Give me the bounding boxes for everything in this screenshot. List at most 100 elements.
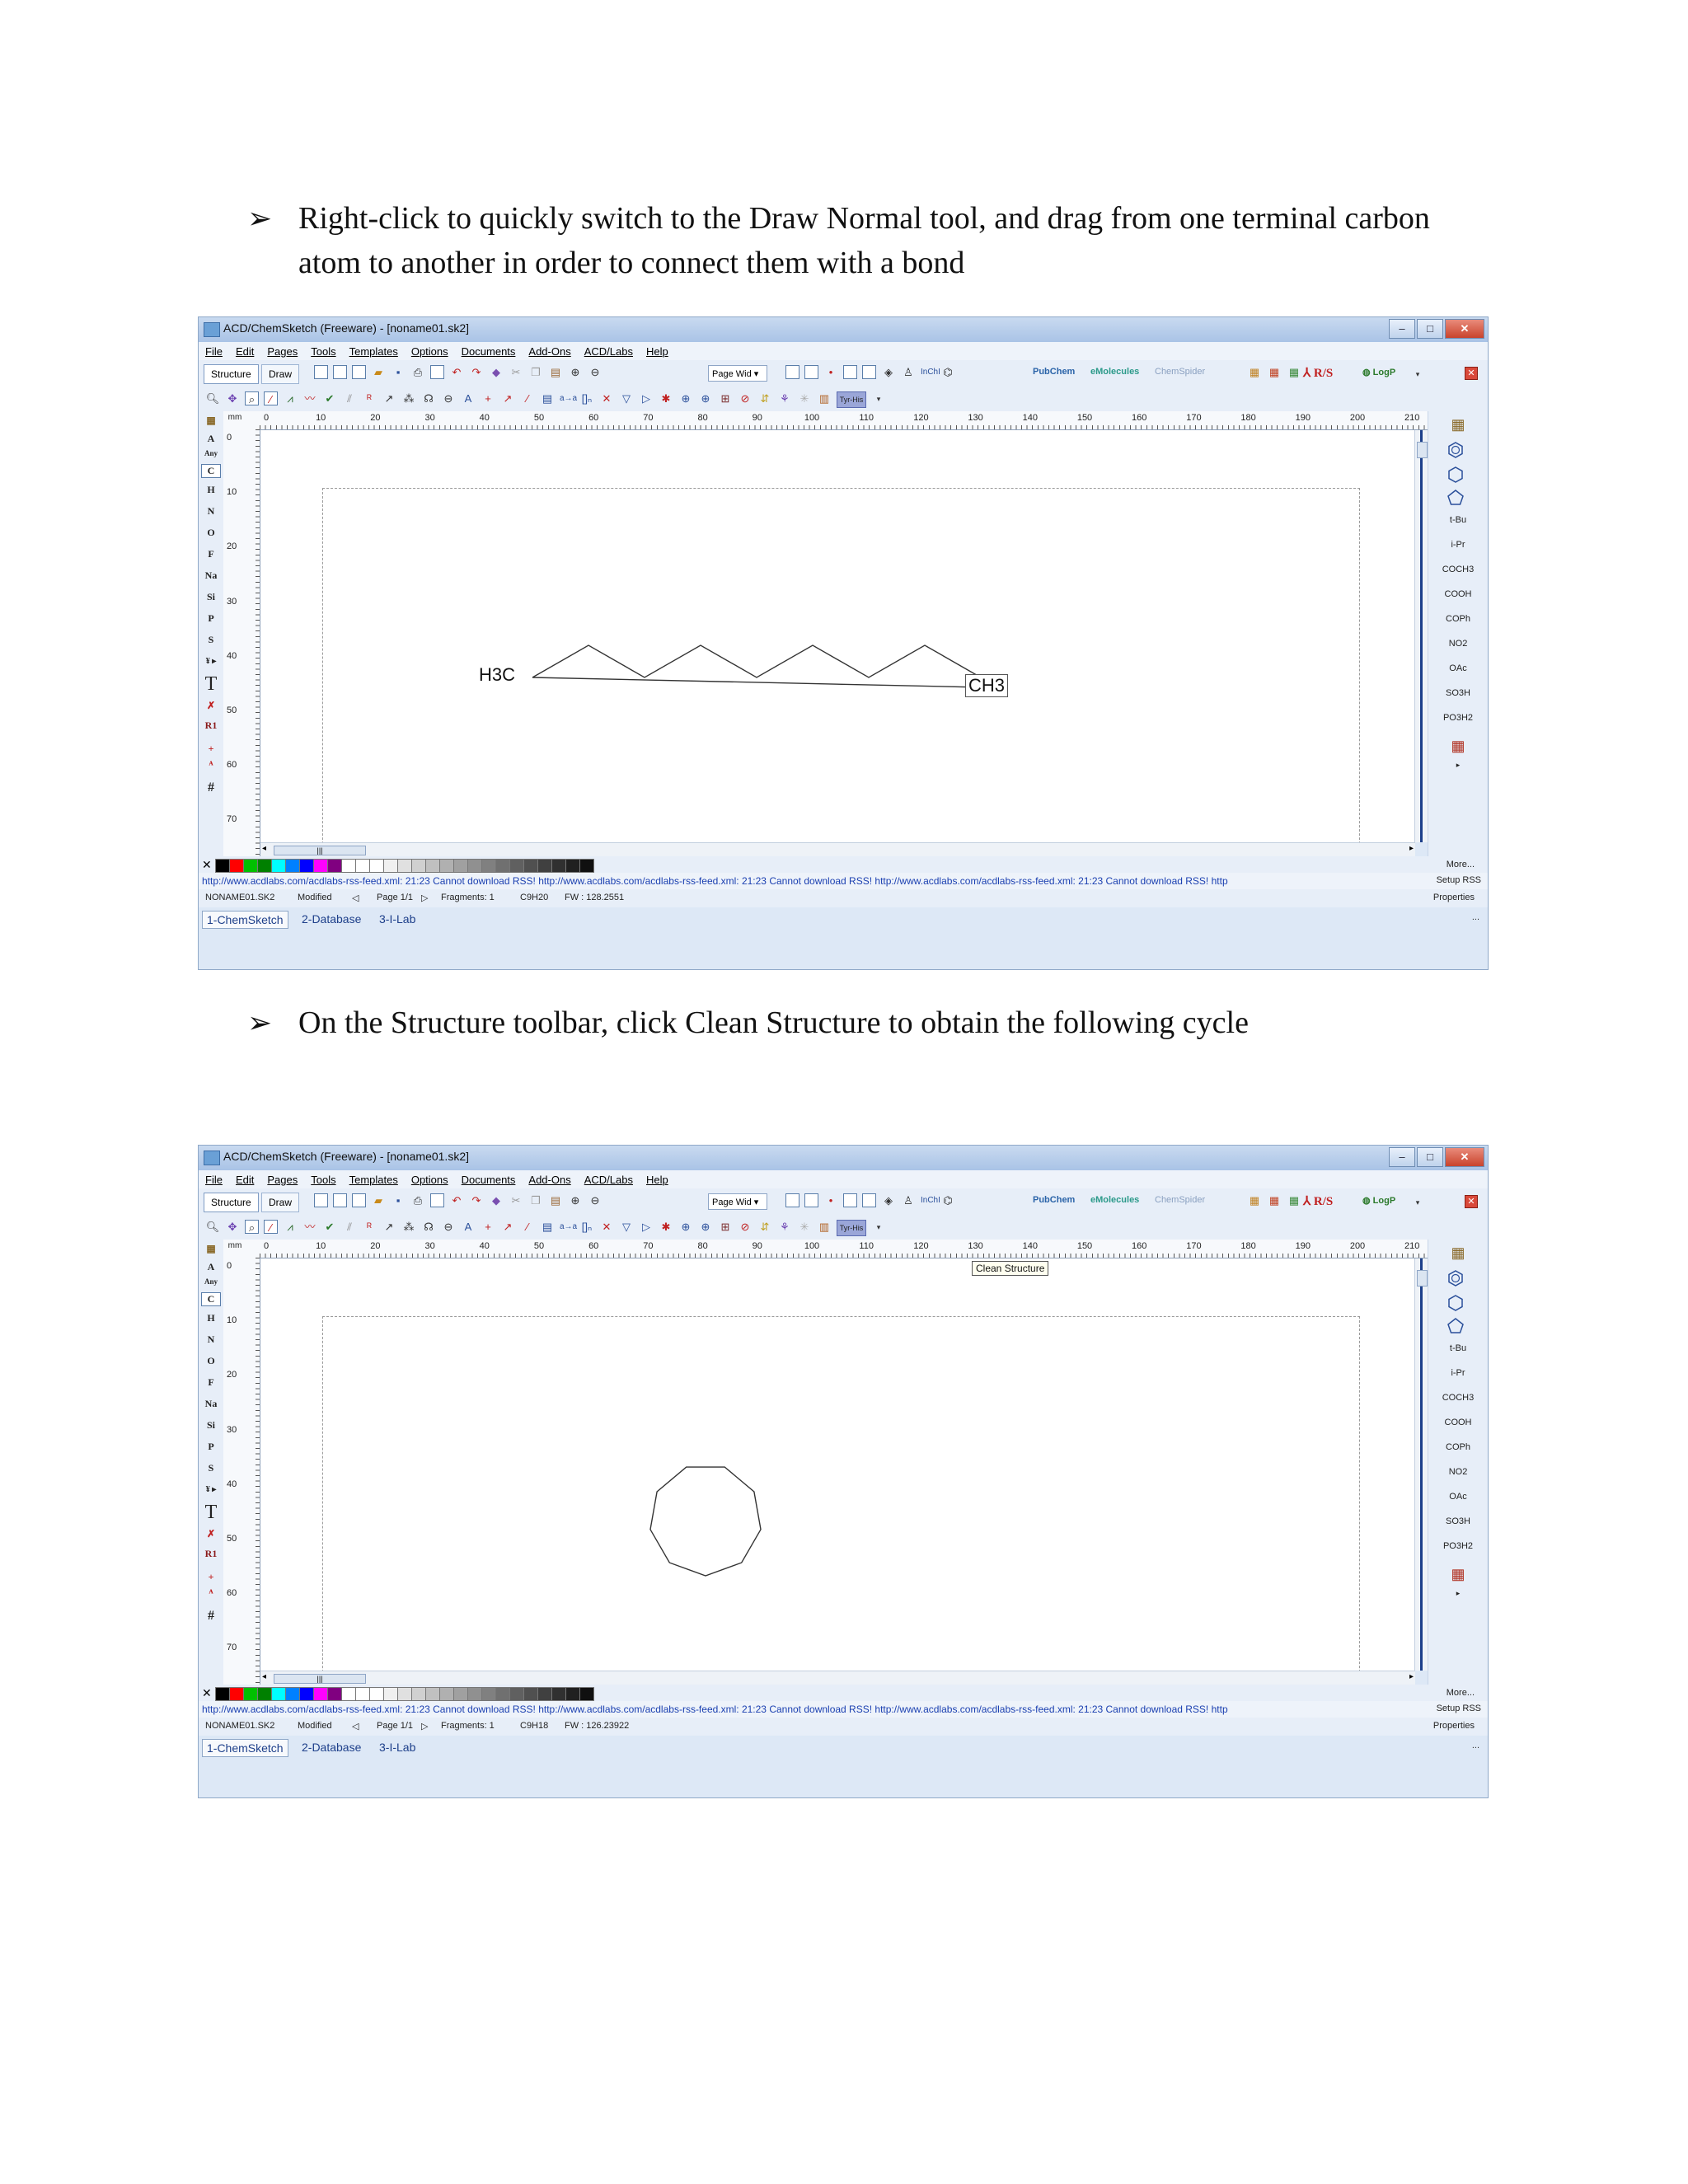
toolbar-overflow-icon[interactable]: ▾	[1410, 1195, 1425, 1210]
group-coph[interactable]: COPh	[1428, 614, 1488, 624]
color-swatch[interactable]	[523, 859, 538, 873]
pubchem-link[interactable]: PubChem	[1033, 367, 1075, 377]
undo-icon[interactable]: ↶	[449, 365, 464, 380]
color-swatch[interactable]	[453, 1687, 468, 1701]
open-folder-icon[interactable]: ▰	[371, 365, 386, 380]
close-document-icon[interactable]: ✕	[1465, 367, 1478, 380]
expand-templates-icon[interactable]: ▸	[1428, 761, 1488, 770]
maximize-button[interactable]: □	[1417, 1147, 1443, 1167]
color-swatch[interactable]	[523, 1687, 538, 1701]
text-tool[interactable]: T	[199, 673, 223, 696]
group-po3h2[interactable]: PO3H2	[1428, 713, 1488, 723]
cyclohexane-ring-icon[interactable]	[1447, 1294, 1465, 1312]
color-swatch[interactable]	[215, 859, 230, 873]
menu-templates[interactable]: Templates	[349, 345, 398, 358]
properties-button[interactable]: Properties	[1433, 893, 1475, 902]
brackets-icon[interactable]: []ₙ	[579, 1220, 594, 1235]
copy-page-icon[interactable]	[333, 1193, 347, 1207]
color-swatch[interactable]	[257, 859, 272, 873]
menu-acdlabs[interactable]: ACD/Labs	[584, 345, 633, 358]
element-any[interactable]: Any	[199, 449, 223, 457]
align-icon[interactable]: ⊞	[718, 1220, 733, 1235]
color-swatch[interactable]	[243, 859, 258, 873]
chemspider-link[interactable]: ChemSpider	[1155, 367, 1205, 377]
zoom-select[interactable]: Page Wid ▾	[708, 365, 767, 382]
open-folder-icon[interactable]: ▰	[371, 1193, 386, 1208]
group-oac[interactable]: OAc	[1428, 663, 1488, 673]
color-swatch[interactable]	[481, 859, 496, 873]
color-swatch[interactable]	[481, 1687, 496, 1701]
remove-explicit-h-icon[interactable]: ✕	[599, 391, 614, 406]
numbering-tool[interactable]: #	[199, 780, 223, 795]
color-swatch[interactable]	[565, 859, 580, 873]
ring-tool-icon[interactable]: ⊖	[441, 1220, 456, 1235]
element-a[interactable]: A	[199, 433, 223, 445]
reaction-icon[interactable]: ▦	[1267, 365, 1282, 380]
color-swatch[interactable]	[313, 859, 328, 873]
menu-add-ons[interactable]: Add-Ons	[528, 345, 570, 358]
3d-optimize-icon[interactable]: ⚘	[777, 391, 792, 406]
rotate-icon[interactable]: ⊕	[698, 1220, 713, 1235]
table-icon[interactable]	[862, 365, 876, 379]
color-swatch[interactable]	[285, 1687, 300, 1701]
color-swatch[interactable]	[495, 1687, 510, 1701]
color-swatch[interactable]	[285, 859, 300, 873]
ring-tool-icon[interactable]: ⊖	[441, 391, 456, 406]
color-swatch[interactable]	[495, 859, 510, 873]
color-swatch[interactable]	[551, 859, 566, 873]
stereo-rs-button[interactable]: ⅄ R/S	[1303, 1193, 1333, 1209]
page-next-icon[interactable]: ▷	[421, 893, 428, 903]
element-h[interactable]: H	[199, 1312, 223, 1324]
export-pdf-icon[interactable]	[430, 1193, 444, 1207]
color-swatch[interactable]	[411, 1687, 426, 1701]
show-atoms-icon[interactable]: •	[823, 365, 838, 380]
template-icon[interactable]: ▥	[817, 391, 832, 406]
cut-icon[interactable]: ✂	[509, 1193, 523, 1208]
horizontal-scrollbar[interactable]: ◂ ||| ▸	[260, 842, 1415, 857]
element-h[interactable]: H	[199, 484, 223, 496]
molecule-search-icon[interactable]: ⌬	[940, 1193, 955, 1208]
copy-icon[interactable]: ❐	[528, 365, 543, 380]
text-tool[interactable]: T	[199, 1502, 223, 1524]
group-oac[interactable]: OAc	[1428, 1492, 1488, 1502]
element-p[interactable]: P	[199, 1441, 223, 1453]
tab-chemsketch[interactable]: 1-ChemSketch	[202, 1739, 288, 1757]
template-window-icon[interactable]: ▦	[1428, 416, 1488, 434]
color-swatch[interactable]	[229, 859, 244, 873]
logp-button[interactable]: ◍ LogP	[1362, 1195, 1395, 1206]
toolbar-overflow-icon[interactable]: ▾	[1410, 367, 1425, 382]
remove-explicit-h-icon[interactable]: ✕	[599, 1220, 614, 1235]
menu-acdlabs[interactable]: ACD/Labs	[584, 1174, 633, 1186]
rotate-3d-icon[interactable]: ⊕	[678, 1220, 693, 1235]
element-any[interactable]: Any	[199, 1277, 223, 1286]
toolbar2-overflow-icon[interactable]: ▾	[871, 391, 886, 406]
element-na[interactable]: Na	[199, 569, 223, 582]
stereo-icon[interactable]: ✱	[659, 391, 673, 406]
draw-continuous-icon[interactable]: 〰	[302, 1220, 317, 1235]
reaction-icon[interactable]: ▦	[1267, 1193, 1282, 1208]
group-coch3[interactable]: COCH3	[1428, 1393, 1488, 1403]
tyr-his-icon[interactable]: Tyr-His	[837, 1220, 866, 1236]
element-si[interactable]: Si	[199, 591, 223, 603]
table-icon[interactable]	[862, 1193, 876, 1207]
r-group-icon[interactable]: ᴿ	[362, 391, 377, 406]
color-swatch[interactable]	[215, 1687, 230, 1701]
color-swatch[interactable]	[537, 859, 552, 873]
emolecules-link[interactable]: eMolecules	[1090, 367, 1139, 377]
menu-documents[interactable]: Documents	[462, 345, 516, 358]
image-icon[interactable]	[804, 1193, 818, 1207]
name-icon[interactable]: ♙	[901, 365, 916, 380]
tab-i-lab[interactable]: 3-I-Lab	[375, 911, 420, 927]
color-swatch[interactable]	[369, 1687, 384, 1701]
group-icon[interactable]: ▦	[1287, 365, 1301, 380]
clean-structure-icon[interactable]: ⊘	[738, 1220, 753, 1235]
more-colors-button[interactable]: More...	[1447, 860, 1475, 869]
group-cooh[interactable]: COOH	[1428, 1418, 1488, 1427]
charge-tool-icon[interactable]: +	[199, 1571, 223, 1583]
zoom-in-icon[interactable]: ⊕	[568, 1193, 583, 1208]
color-swatch[interactable]	[355, 859, 370, 873]
orbital-icon[interactable]: ☊	[421, 1220, 436, 1235]
rotate-3d-icon[interactable]: ⊕	[678, 391, 693, 406]
delete-bond-icon[interactable]: ⁄	[520, 1220, 535, 1235]
hash-bond-icon[interactable]: ⁂	[401, 1220, 416, 1235]
